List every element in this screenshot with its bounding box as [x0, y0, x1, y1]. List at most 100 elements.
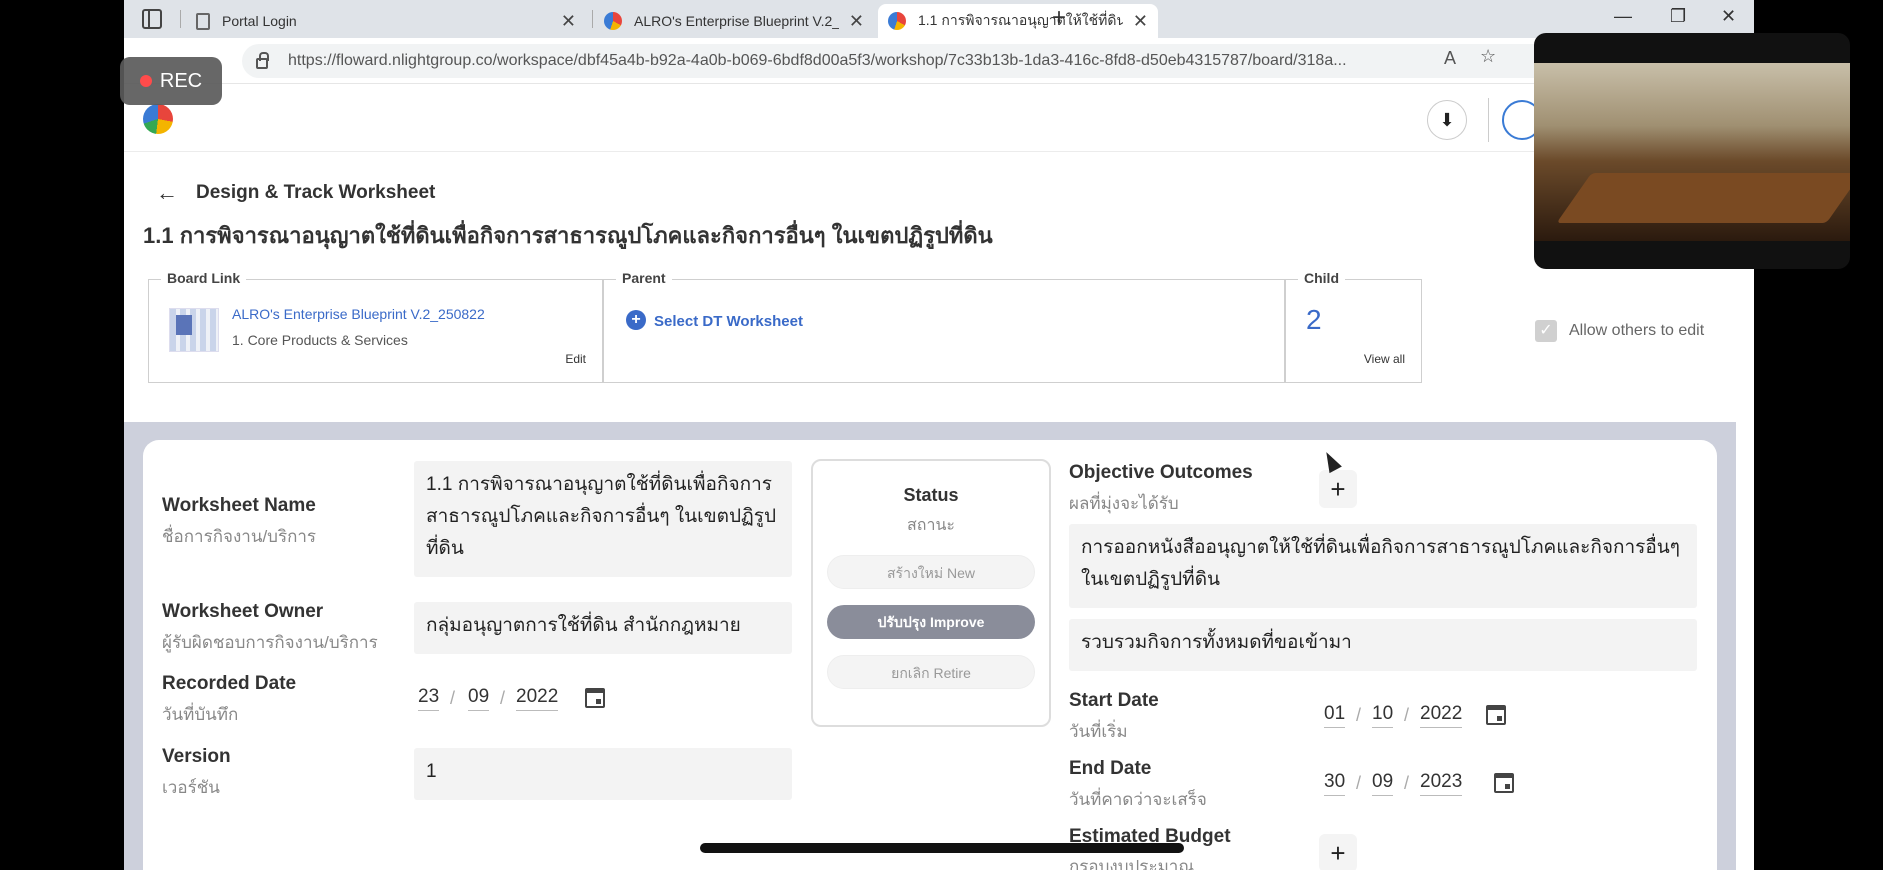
page-title: 1.1 การพิจารณาอนุญาตใช้ที่ดินเพื่อกิจการ…: [143, 223, 993, 248]
breadcrumb: ← Design & Track Worksheet: [156, 180, 435, 206]
video-call-overlay[interactable]: [1534, 33, 1850, 269]
checkbox[interactable]: ✓: [1535, 320, 1557, 342]
download-button[interactable]: ⬇: [1427, 100, 1467, 140]
select-dt-worksheet-link[interactable]: Select DT Worksheet: [654, 313, 803, 330]
child-count[interactable]: 2: [1306, 304, 1322, 336]
tab-title: 1.1 การพิจารณาอนุญาตให้ใช้ที่ดินเพื่อกิ: [918, 12, 1123, 28]
window-close-icon[interactable]: ✕: [1721, 6, 1736, 27]
allow-edit-toggle[interactable]: ✓ Allow others to edit: [1535, 320, 1704, 342]
date-separator: /: [500, 688, 506, 708]
tab-title: Portal Login: [222, 13, 297, 29]
board-thumbnail[interactable]: [169, 308, 219, 352]
worksheet-owner-field[interactable]: กลุ่มอนุญาตการใช้ที่ดิน สำนักกฎหมาย: [414, 602, 792, 654]
recording-badge: REC: [120, 57, 222, 105]
tab-actions-icon[interactable]: [142, 9, 162, 29]
date-separator: /: [1404, 773, 1410, 793]
board-link[interactable]: ALRO's Enterprise Blueprint V.2_250822: [232, 306, 485, 322]
recording-label: REC: [159, 69, 203, 92]
tab-blueprint[interactable]: ALRO's Enterprise Blueprint V.2_ ✕: [594, 4, 874, 38]
calendar-icon[interactable]: [1486, 705, 1506, 725]
lock-icon: [256, 51, 269, 69]
objective-outcomes-label: Objective Outcomes: [1069, 462, 1253, 483]
version-field[interactable]: 1: [414, 748, 792, 800]
worksheet-owner-label: Worksheet Owner: [162, 601, 324, 622]
end-month[interactable]: 09: [1372, 771, 1394, 796]
document-icon: [196, 12, 210, 30]
tab-worksheet[interactable]: 1.1 การพิจารณาอนุญาตให้ใช้ที่ดินเพื่อกิ …: [878, 4, 1158, 38]
recorded-year[interactable]: 2022: [516, 686, 559, 711]
tab-title: ALRO's Enterprise Blueprint V.2_: [634, 13, 839, 29]
download-icon: ⬇: [1439, 110, 1455, 130]
start-date-label-th: วันที่เริ่ม: [1069, 722, 1128, 741]
meeting-room-video: [1534, 63, 1850, 241]
arrow-left-icon[interactable]: ←: [156, 180, 178, 206]
date-separator: /: [450, 688, 456, 708]
tab-bar: Portal Login ✕ ALRO's Enterprise Bluepri…: [124, 0, 1754, 38]
meeting-table: [1556, 173, 1850, 223]
status-new-option[interactable]: สร้างใหม่ New: [827, 555, 1035, 589]
read-aloud-icon[interactable]: A: [1444, 48, 1456, 69]
date-separator: /: [1356, 705, 1362, 725]
app-logo[interactable]: [143, 104, 173, 134]
url-text: https://floward.nlightgroup.co/workspace…: [288, 52, 1347, 69]
new-tab-icon[interactable]: +: [1052, 4, 1066, 32]
calendar-icon[interactable]: [585, 688, 605, 708]
tab-separator: [180, 10, 181, 28]
status-improve-option[interactable]: ปรับปรุง Improve: [827, 605, 1035, 639]
floward-logo-icon: [888, 12, 906, 30]
close-icon[interactable]: ✕: [849, 11, 864, 32]
child-box: Child 2 View all: [1285, 270, 1422, 383]
url-field[interactable]: https://floward.nlightgroup.co/workspace…: [242, 44, 1582, 78]
favorite-icon[interactable]: ☆: [1480, 46, 1496, 67]
recorded-month[interactable]: 09: [468, 686, 490, 711]
board-section: 1. Core Products & Services: [232, 332, 408, 348]
browser-window: Portal Login ✕ ALRO's Enterprise Bluepri…: [124, 0, 1754, 870]
version-label: Version: [162, 746, 231, 767]
calendar-icon[interactable]: [1494, 773, 1514, 793]
breadcrumb-label: Design & Track Worksheet: [196, 182, 436, 203]
board-link-legend: Board Link: [161, 270, 247, 286]
end-date-label-th: วันที่คาดว่าจะเสร็จ: [1069, 790, 1207, 809]
worksheet-name-label: Worksheet Name: [162, 495, 316, 516]
recorded-date-label-th: วันที่บันทึก: [162, 705, 239, 724]
parent-legend: Parent: [616, 270, 672, 286]
objective-outcomes-label-th: ผลที่มุ่งจะได้รับ: [1069, 494, 1179, 513]
parent-box: Parent + Select DT Worksheet: [603, 270, 1285, 383]
plus-icon: +: [1330, 838, 1346, 868]
header-divider: [1488, 98, 1489, 142]
tab-separator: [592, 10, 593, 28]
add-objective-button[interactable]: +: [1319, 470, 1357, 508]
recorded-date-label: Recorded Date: [162, 673, 297, 694]
end-day[interactable]: 30: [1324, 771, 1346, 796]
worksheet-name-field[interactable]: 1.1 การพิจารณาอนุญาตใช้ที่ดินเพื่อกิจการ…: [414, 461, 792, 577]
plus-circle-icon[interactable]: +: [626, 310, 646, 330]
version-label-th: เวอร์ชัน: [162, 778, 220, 797]
end-date-label: End Date: [1069, 758, 1152, 779]
status-title-th: สถานะ: [907, 517, 955, 534]
status-retire-option[interactable]: ยกเลิก Retire: [827, 655, 1035, 689]
record-dot-icon: [139, 75, 152, 87]
objective-item[interactable]: การออกหนังสืออนุญาตให้ใช้ที่ดินเพื่อกิจก…: [1069, 524, 1697, 608]
date-separator: /: [1404, 705, 1410, 725]
close-icon[interactable]: ✕: [561, 11, 576, 32]
floward-logo-icon: [604, 12, 622, 30]
start-day[interactable]: 01: [1324, 703, 1346, 728]
status-title: Status: [903, 485, 959, 505]
start-month[interactable]: 10: [1372, 703, 1394, 728]
home-indicator: [700, 843, 1184, 853]
objective-item[interactable]: รวบรวมกิจการทั้งหมดที่ขอเข้ามา: [1069, 619, 1697, 671]
minimize-icon[interactable]: —: [1614, 6, 1632, 27]
worksheet-name-label-th: ชื่อการกิจงาน/บริการ: [162, 527, 317, 546]
close-icon[interactable]: ✕: [1133, 11, 1148, 32]
address-bar: https://floward.nlightgroup.co/workspace…: [124, 38, 1754, 84]
tab-portal-login[interactable]: Portal Login ✕: [186, 4, 586, 38]
edit-board-link[interactable]: Edit: [565, 352, 586, 366]
start-year[interactable]: 2022: [1420, 703, 1463, 728]
board-link-box: Board Link ALRO's Enterprise Blueprint V…: [148, 270, 603, 383]
end-year[interactable]: 2023: [1420, 771, 1463, 796]
recorded-day[interactable]: 23: [418, 686, 440, 711]
restore-icon[interactable]: ❐: [1670, 6, 1686, 27]
allow-edit-label: Allow others to edit: [1569, 322, 1705, 339]
view-all-link[interactable]: View all: [1364, 352, 1405, 366]
add-budget-button[interactable]: +: [1319, 834, 1357, 870]
